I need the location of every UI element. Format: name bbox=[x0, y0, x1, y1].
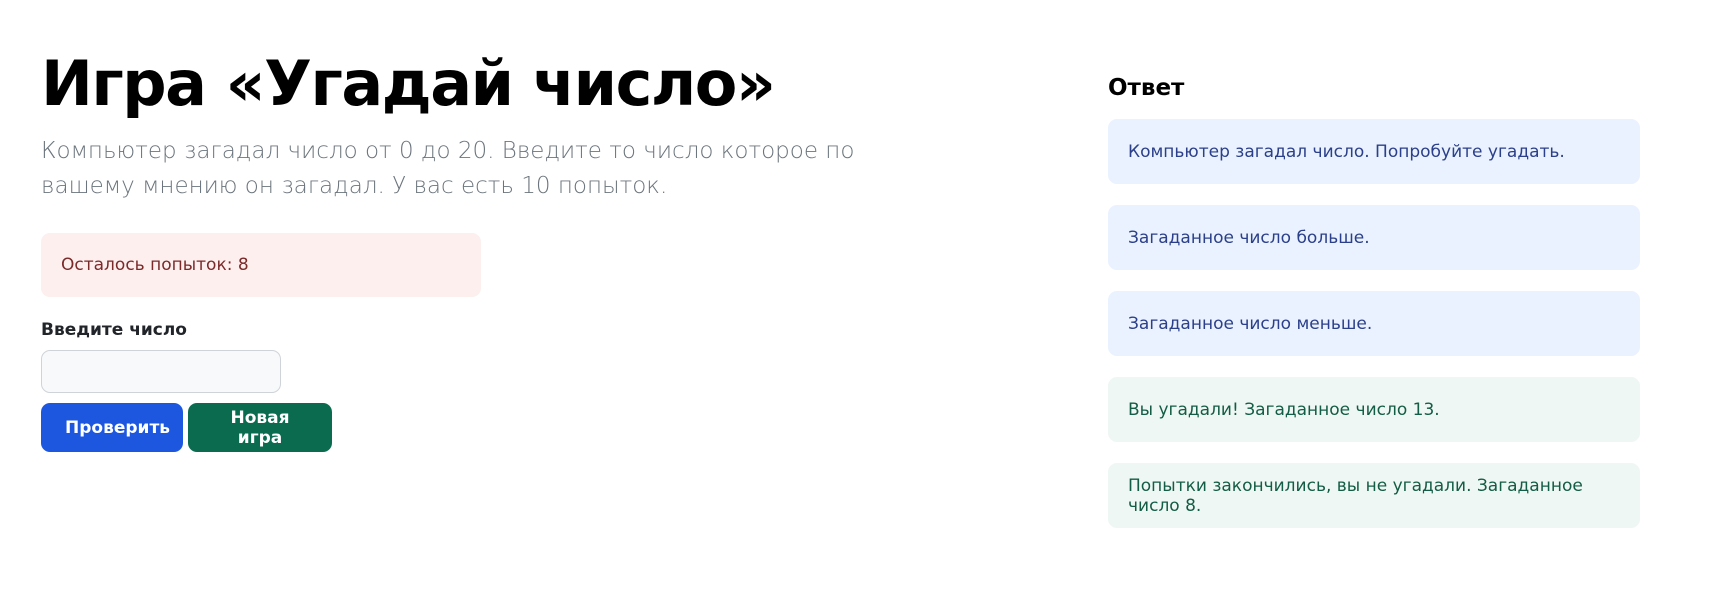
number-field-label: Введите число bbox=[41, 320, 187, 340]
check-button[interactable]: Проверить bbox=[41, 403, 183, 452]
button-row: Проверить Новая игра bbox=[41, 403, 921, 452]
answer-message-text: Попытки закончились, вы не угадали. Зага… bbox=[1128, 475, 1583, 516]
attempts-alert: Осталось попыток: 8 bbox=[41, 233, 481, 297]
answer-panel: Ответ Компьютер загадал число. Попробуйт… bbox=[1108, 70, 1640, 528]
answer-message-text: Вы угадали! Загаданное число 13. bbox=[1128, 399, 1440, 420]
number-input[interactable] bbox=[41, 350, 281, 393]
answer-message: Вы угадали! Загаданное число 13. bbox=[1108, 377, 1640, 442]
game-panel: Игра «Угадай число» Компьютер загадал чи… bbox=[41, 46, 921, 452]
answer-message: Загаданное число больше. bbox=[1108, 205, 1640, 270]
answer-message: Загаданное число меньше. bbox=[1108, 291, 1640, 356]
answer-message-text: Загаданное число больше. bbox=[1128, 227, 1370, 248]
new-game-button[interactable]: Новая игра bbox=[188, 403, 332, 452]
attempts-text: Осталось попыток: 8 bbox=[61, 255, 249, 275]
game-description: Компьютер загадал число от 0 до 20. Введ… bbox=[41, 138, 855, 199]
answer-message-text: Загаданное число меньше. bbox=[1128, 313, 1373, 334]
answer-message-text: Компьютер загадал число. Попробуйте угад… bbox=[1128, 141, 1565, 162]
answer-title: Ответ bbox=[1108, 75, 1185, 101]
answer-message: Компьютер загадал число. Попробуйте угад… bbox=[1108, 119, 1640, 184]
answer-message: Попытки закончились, вы не угадали. Зага… bbox=[1108, 463, 1640, 528]
page-title: Игра «Угадай число» bbox=[41, 47, 776, 120]
